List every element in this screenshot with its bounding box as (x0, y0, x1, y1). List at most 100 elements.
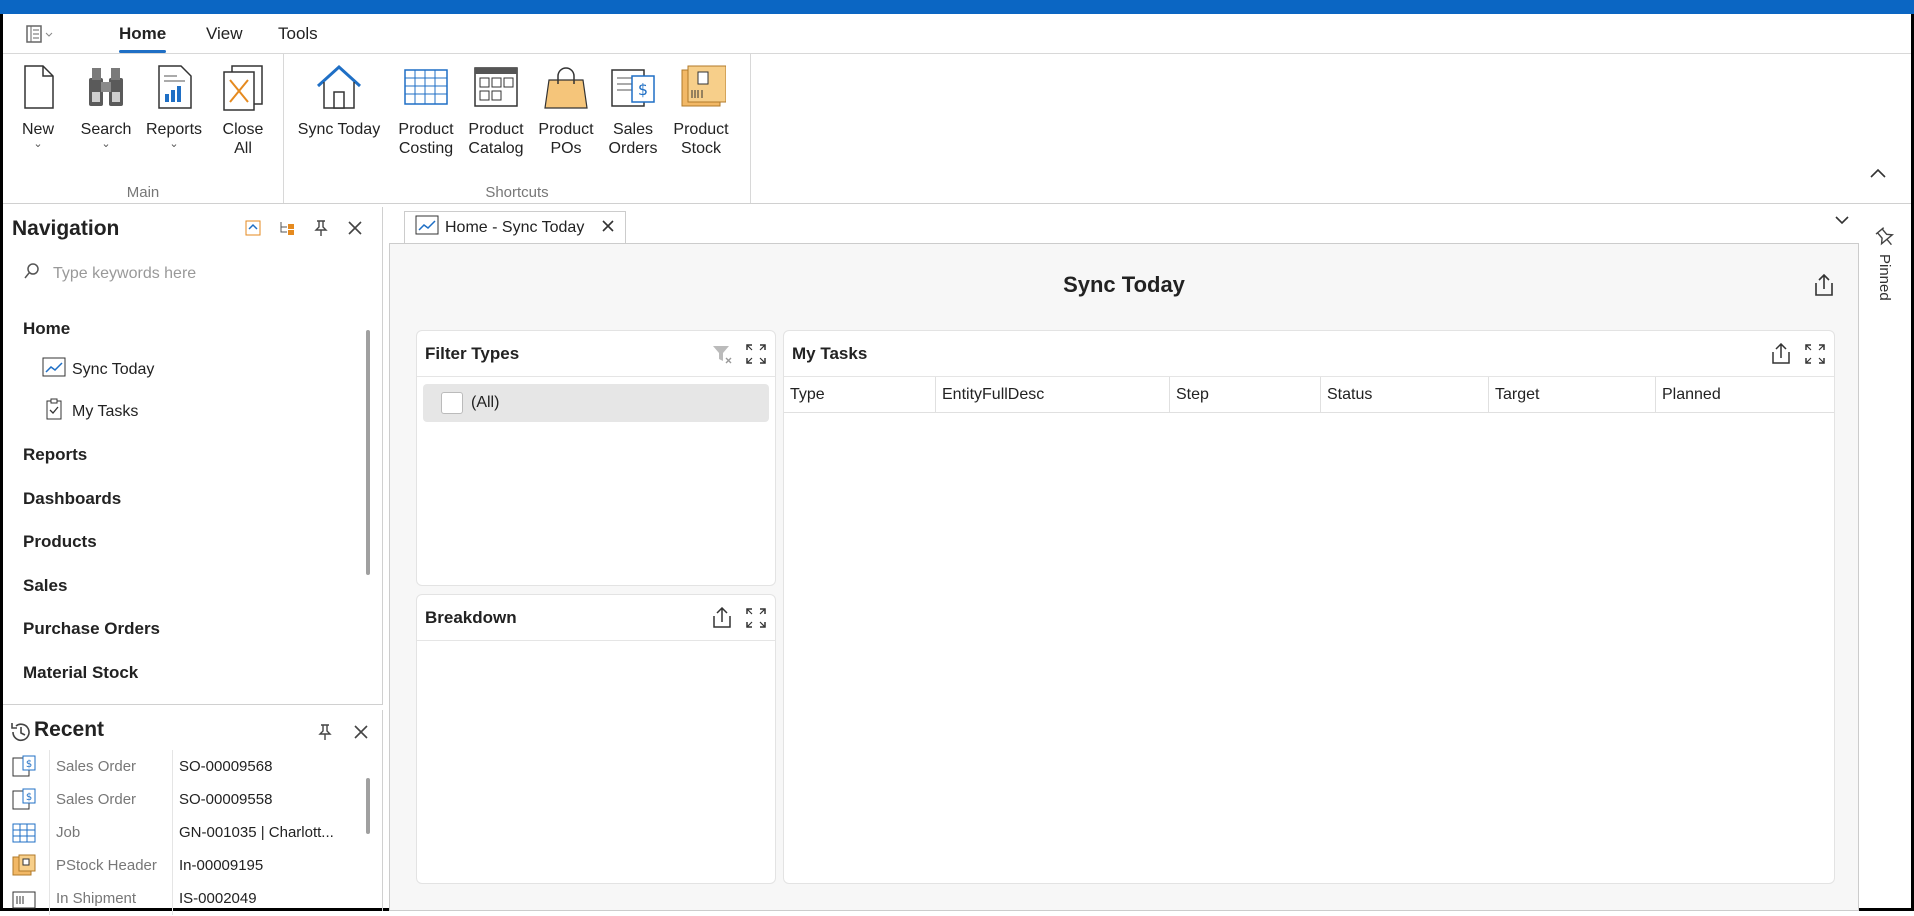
pinned-label: Pinned (1876, 254, 1893, 301)
navigation-scrollbar[interactable] (366, 330, 370, 575)
nav-item-purchase-orders[interactable]: Purchase Orders (23, 619, 160, 639)
pin-icon[interactable] (312, 219, 330, 237)
sales-orders-button[interactable]: $ Sales Orders (606, 62, 660, 158)
recent-type: In Shipment (49, 882, 172, 915)
history-icon (9, 720, 33, 748)
pin-icon[interactable] (316, 723, 334, 745)
nav-item-sync-today[interactable]: Sync Today (42, 356, 154, 383)
close-icon[interactable] (352, 723, 370, 745)
svg-text:$: $ (638, 80, 648, 99)
nav-item-reports[interactable]: Reports (23, 445, 87, 465)
close-all-label-2: All (234, 140, 252, 157)
nav-item-home[interactable]: Home (23, 319, 70, 339)
pin-icon (1874, 226, 1896, 252)
sync-today-button[interactable]: Sync Today (296, 62, 382, 139)
ribbon-group-main: New ⌄ Search ⌄ Reports ⌄ Close All Main (3, 54, 284, 203)
binoculars-icon (81, 62, 131, 112)
recent-panel: Recent $ Sales Order SO-00009568 $ Sales… (3, 710, 383, 915)
recent-row[interactable]: PStock Header In-00009195 (11, 849, 358, 882)
panel-title: My Tasks (792, 344, 868, 363)
collapse-ribbon-icon[interactable] (1869, 166, 1887, 184)
report-icon (149, 62, 199, 112)
product-catalog-button[interactable]: Product Catalog (466, 62, 526, 158)
panel-toolbar (1770, 342, 1826, 365)
group-caption-shortcuts: Shortcuts (485, 184, 549, 201)
column-header-entityfulldesc[interactable]: EntityFullDesc (936, 377, 1170, 413)
recent-row[interactable]: $ Sales Order SO-00009558 (11, 783, 358, 816)
column-header-target[interactable]: Target (1489, 377, 1656, 413)
search-button[interactable]: Search ⌄ (75, 62, 137, 150)
close-all-button[interactable]: Close All (215, 62, 271, 158)
app-menu-icon[interactable] (25, 24, 61, 44)
page-title: Sync Today (1063, 272, 1185, 297)
column-header-status[interactable]: Status (1321, 377, 1489, 413)
tree-view-icon[interactable] (278, 219, 296, 237)
export-icon[interactable] (711, 606, 733, 629)
sales-order-icon: $ (11, 787, 37, 813)
recent-title: Recent (34, 718, 105, 741)
recent-row[interactable]: In Shipment IS-0002049 (11, 882, 358, 915)
close-all-icon (218, 62, 268, 112)
nav-item-sales[interactable]: Sales (23, 576, 67, 596)
recent-value: GN-001035 | Charlott... (172, 816, 358, 849)
checkbox[interactable] (441, 392, 463, 414)
new-button[interactable]: New ⌄ (13, 62, 63, 150)
product-pos-button[interactable]: Product POs (536, 62, 596, 158)
job-grid-icon (11, 820, 37, 846)
panel-title: Filter Types (425, 344, 520, 363)
recent-type: Job (49, 816, 172, 849)
tab-view[interactable]: View (206, 24, 243, 44)
recent-value: SO-00009568 (172, 750, 358, 783)
recent-row[interactable]: $ Sales Order SO-00009568 (11, 750, 358, 783)
sales-order-icon: $ (11, 754, 37, 780)
nav-item-products[interactable]: Products (23, 532, 97, 552)
nav-item-my-tasks[interactable]: My Tasks (42, 398, 138, 425)
nav-item-material-stock[interactable]: Material Stock (23, 663, 138, 683)
navigation-panel: Navigation Type keywords here Home Sync … (3, 207, 383, 705)
column-header-step[interactable]: Step (1170, 377, 1321, 413)
pinned-side-tab[interactable]: Pinned (1870, 222, 1900, 342)
product-costing-label-2: Costing (398, 140, 454, 157)
column-header-planned[interactable]: Planned (1656, 377, 1834, 413)
navigation-search[interactable]: Type keywords here (23, 262, 196, 285)
reports-button[interactable]: Reports ⌄ (141, 62, 207, 150)
tab-tools[interactable]: Tools (278, 24, 318, 44)
nav-item-label: My Tasks (72, 402, 139, 420)
maximize-icon[interactable] (1804, 343, 1826, 365)
column-header-type[interactable]: Type (784, 377, 936, 413)
chevron-down-icon: ⌄ (169, 138, 179, 150)
export-icon[interactable] (1812, 273, 1836, 297)
nav-item-dashboards[interactable]: Dashboards (23, 489, 121, 509)
chevron-down-icon: ⌄ (33, 138, 43, 150)
tab-home[interactable]: Home (119, 24, 167, 53)
close-tab-icon[interactable] (601, 217, 615, 238)
search-icon (23, 262, 41, 285)
tab-home-sync-today[interactable]: Home - Sync Today (404, 211, 626, 243)
clear-filter-icon[interactable] (711, 343, 733, 365)
maximize-icon[interactable] (745, 343, 767, 365)
export-icon[interactable] (1770, 342, 1792, 365)
recent-scrollbar[interactable] (366, 778, 370, 834)
expand-all-icon[interactable] (244, 219, 262, 237)
product-costing-button[interactable]: Product Costing (396, 62, 456, 158)
filter-item-all[interactable]: (All) (423, 384, 769, 422)
shopping-bag-icon (541, 62, 591, 112)
product-pos-label-2: POs (550, 140, 582, 157)
svg-text:$: $ (26, 759, 32, 770)
sync-today-label: Sync Today (297, 121, 381, 138)
tab-list-chevron-icon[interactable] (1834, 213, 1850, 229)
catalog-icon (471, 62, 521, 112)
navigation-toolbar (244, 219, 364, 237)
recent-row[interactable]: Job GN-001035 | Charlott... (11, 816, 358, 849)
sales-orders-label-1: Sales (612, 121, 654, 138)
clipboard-icon (42, 398, 66, 425)
new-label: New (21, 121, 54, 138)
maximize-icon[interactable] (745, 607, 767, 629)
new-document-icon (13, 62, 63, 112)
recent-value: IS-0002049 (172, 882, 358, 915)
close-icon[interactable] (346, 219, 364, 237)
chevron-down-icon: ⌄ (101, 138, 111, 150)
group-caption-main: Main (126, 184, 160, 201)
tab-label: Home - Sync Today (445, 218, 585, 236)
product-stock-button[interactable]: Product Stock (670, 62, 732, 158)
